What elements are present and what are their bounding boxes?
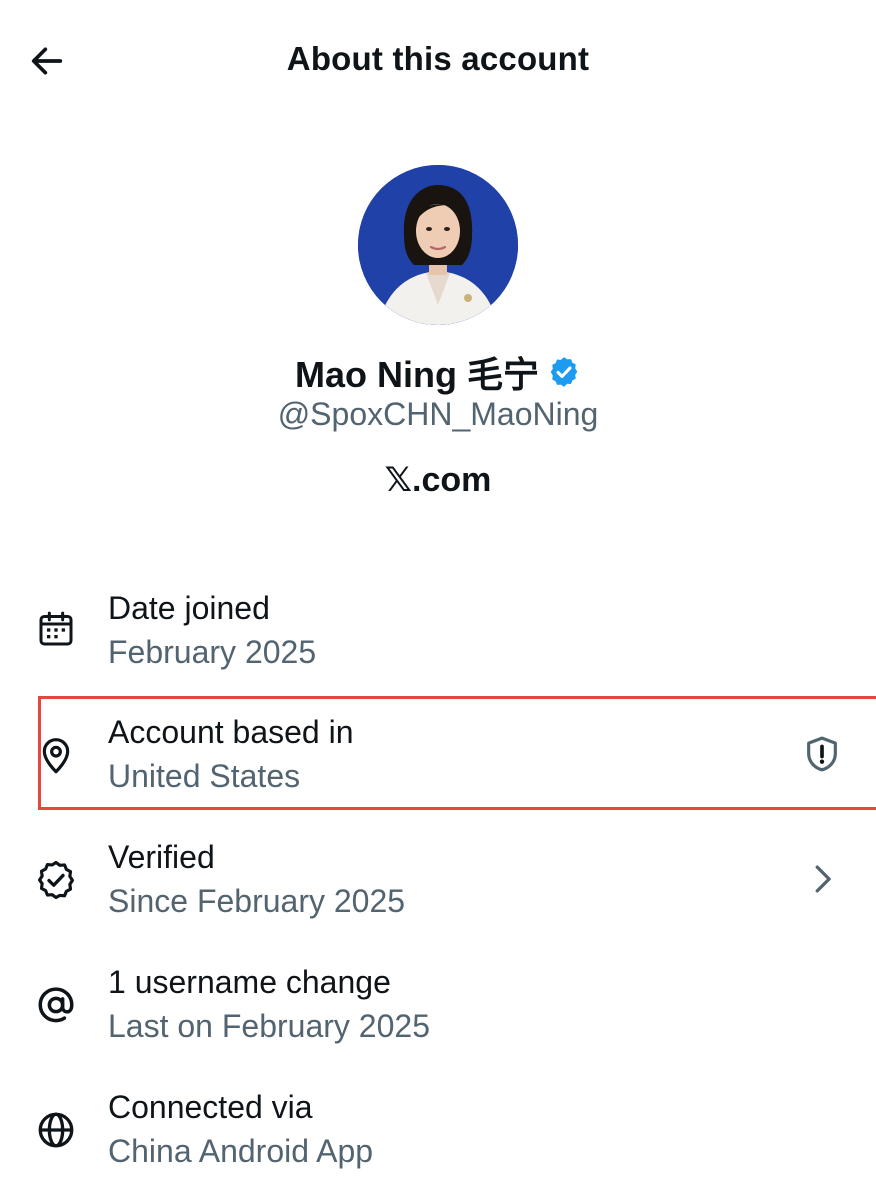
detail-title: Date joined: [108, 590, 270, 626]
detail-row-verified[interactable]: Verified Since February 2025: [0, 833, 876, 949]
display-name: Mao Ning 毛宁: [295, 354, 539, 395]
x-logo: 𝕏: [384, 460, 413, 500]
detail-value: United States: [108, 758, 301, 794]
username-handle: @SpoxCHN_MaoNing: [277, 396, 599, 432]
avatar[interactable]: [358, 165, 518, 325]
globe-icon: [33, 1107, 79, 1153]
detail-row-username-change: 1 username change Last on February 2025: [0, 958, 876, 1074]
chevron-right-icon[interactable]: [800, 857, 844, 901]
calendar-icon: [33, 606, 79, 652]
location-pin-icon: [33, 732, 79, 778]
verified-seal-icon: [33, 857, 79, 903]
detail-value: China Android App: [108, 1133, 374, 1169]
verified-badge-icon: [547, 355, 581, 389]
detail-row-connected-via: Connected via China Android App: [0, 1083, 876, 1199]
origin-suffix: .com: [412, 461, 492, 499]
detail-value: February 2025: [108, 634, 317, 670]
detail-value: Since February 2025: [108, 883, 406, 919]
page-title: About this account: [286, 40, 590, 77]
detail-title: Connected via: [108, 1089, 313, 1125]
detail-value: Last on February 2025: [108, 1008, 430, 1044]
detail-row-account-based-in[interactable]: Account based in United States: [0, 708, 876, 824]
detail-title: Verified: [108, 839, 215, 875]
detail-title: 1 username change: [108, 964, 391, 1000]
origin-label: 𝕏.com: [0, 460, 876, 500]
top-bar: About this account: [0, 0, 876, 122]
detail-title: Account based in: [108, 714, 354, 750]
display-name-row: Mao Ning 毛宁: [0, 346, 876, 398]
at-sign-icon: [33, 982, 79, 1028]
shield-alert-icon[interactable]: [800, 732, 844, 776]
detail-row-date-joined: Date joined February 2025: [0, 584, 876, 700]
avatar-photo: [358, 165, 518, 325]
